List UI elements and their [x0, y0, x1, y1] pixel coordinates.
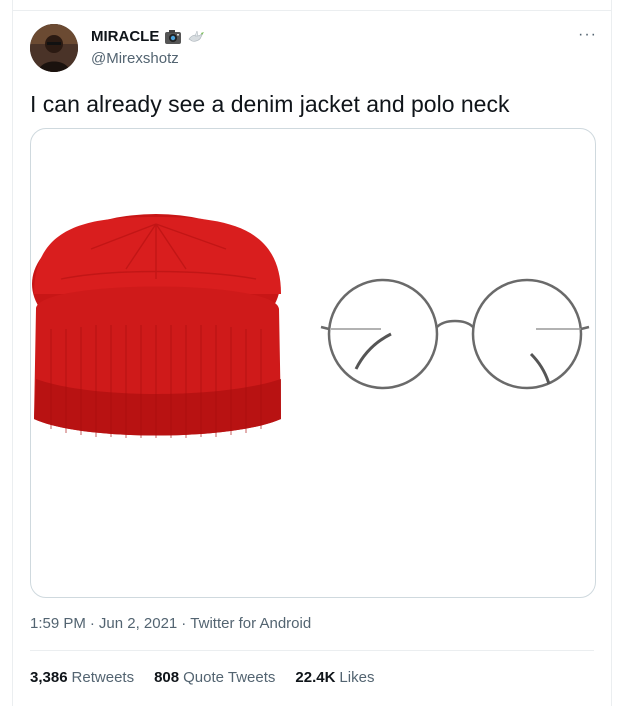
- quote-tweets-count: 808: [154, 669, 180, 686]
- round-glasses-image: [320, 278, 590, 390]
- author-name[interactable]: MIRACLE: [91, 28, 159, 45]
- retweets-stat[interactable]: 3,386 Retweets: [30, 669, 134, 686]
- retweets-count: 3,386: [30, 669, 68, 686]
- retweets-label: Retweets: [71, 669, 135, 686]
- tweet-media[interactable]: [30, 128, 596, 598]
- likes-count: 22.4K: [295, 669, 336, 686]
- tweet-card: MIRACLE @Mirexshotz ··· I can already se…: [12, 0, 612, 706]
- likes-label: Likes: [339, 669, 375, 686]
- top-divider: [13, 10, 611, 11]
- camera-emoji-icon: [164, 29, 182, 45]
- tweet-source-link[interactable]: Twitter for Android: [190, 615, 311, 632]
- tweet-date-link[interactable]: Jun 2, 2021: [99, 615, 177, 632]
- meta-separator: ·: [89, 615, 95, 632]
- tweet-text: I can already see a denim jacket and pol…: [30, 91, 510, 117]
- author-row[interactable]: MIRACLE: [91, 28, 205, 45]
- avatar[interactable]: [30, 24, 78, 72]
- tweet-time-link[interactable]: 1:59 PM: [30, 615, 86, 632]
- tweet-stats: 3,386 Retweets 808 Quote Tweets 22.4K Li…: [30, 669, 374, 686]
- dove-emoji-icon: [187, 29, 205, 45]
- meta-separator-2: ·: [181, 615, 187, 632]
- quote-tweets-stat[interactable]: 808 Quote Tweets: [154, 669, 275, 686]
- stats-divider: [30, 650, 594, 651]
- red-beanie-image: [32, 214, 281, 438]
- more-options-button[interactable]: ···: [578, 26, 597, 44]
- quote-tweets-label: Quote Tweets: [183, 669, 276, 686]
- likes-stat[interactable]: 22.4K Likes: [295, 669, 374, 686]
- tweet-meta: 1:59 PM · Jun 2, 2021 · Twitter for Andr…: [30, 615, 311, 632]
- author-handle[interactable]: @Mirexshotz: [91, 50, 179, 67]
